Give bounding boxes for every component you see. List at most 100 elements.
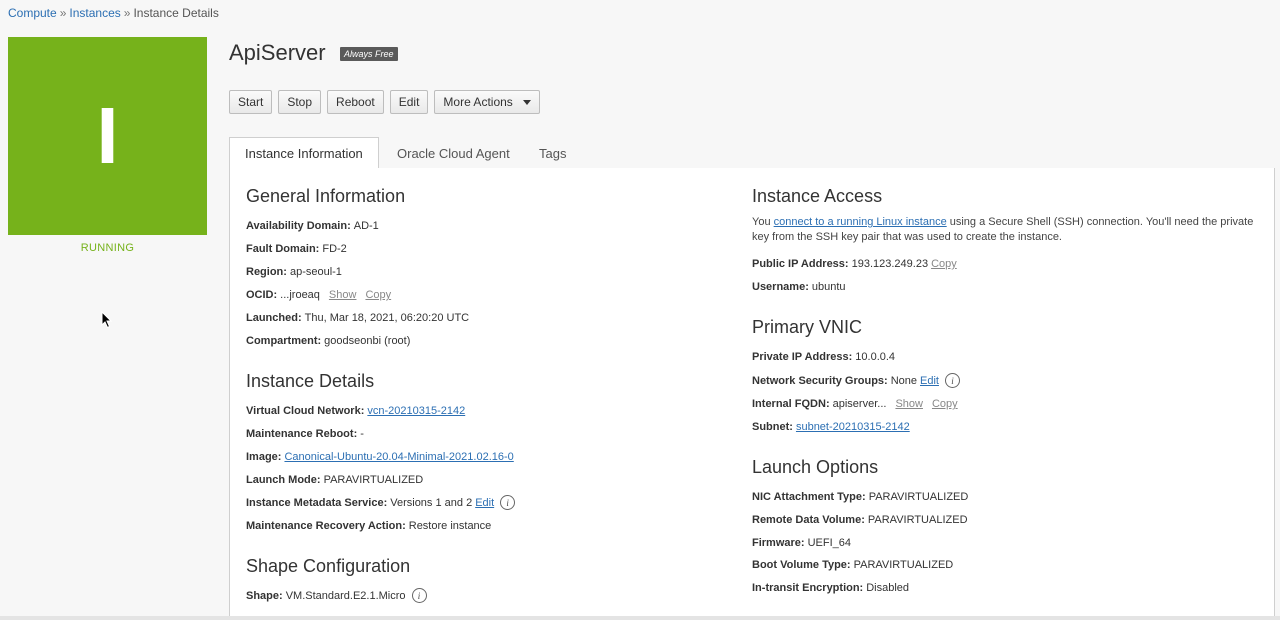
- fqdn-show-link[interactable]: Show: [895, 398, 923, 410]
- subnet-link[interactable]: subnet-20210315-2142: [796, 421, 910, 433]
- general-information-heading: General Information: [246, 186, 406, 206]
- info-icon[interactable]: i: [411, 588, 427, 603]
- breadcrumb-compute[interactable]: Compute: [8, 6, 57, 20]
- launched-label: Launched:: [246, 312, 302, 324]
- username-label: Username:: [752, 281, 809, 293]
- firmware-value: UEFI_64: [807, 537, 851, 549]
- launch-options-heading: Launch Options: [752, 457, 879, 477]
- tab-oracle-cloud-agent[interactable]: Oracle Cloud Agent: [382, 137, 525, 169]
- more-actions-button[interactable]: More Actions: [434, 90, 540, 114]
- launch-mode-value: PARAVIRTUALIZED: [323, 474, 424, 486]
- launch-mode-label: Launch Mode:: [246, 474, 321, 486]
- nsg-value: None: [890, 374, 917, 387]
- info-icon[interactable]: i: [944, 373, 960, 388]
- public-ip-copy-link[interactable]: Copy: [931, 258, 957, 270]
- primary-vnic-heading: Primary VNIC: [752, 317, 863, 337]
- fault-domain-label: Fault Domain:: [246, 243, 320, 255]
- subnet-row: Subnet: subnet-20210315-2142: [752, 421, 910, 433]
- recovery-action-value: Restore instance: [408, 520, 492, 532]
- maintenance-reboot-value: -: [360, 428, 364, 440]
- region-row: Region: ap-seoul-1: [246, 266, 342, 278]
- instance-status-tile: I: [8, 37, 207, 235]
- ocid-copy-link[interactable]: Copy: [365, 289, 391, 301]
- connect-linux-instance-link[interactable]: connect to a running Linux instance: [774, 216, 947, 228]
- availability-domain-value: AD-1: [353, 220, 379, 232]
- public-ip-label: Public IP Address:: [752, 258, 849, 270]
- remote-data-volume-row: Remote Data Volume: PARAVIRTUALIZED: [752, 514, 968, 526]
- action-toolbar: Start Stop Reboot Edit More Actions: [229, 90, 540, 114]
- fault-domain-value: FD-2: [322, 243, 347, 255]
- metadata-service-label: Instance Metadata Service:: [246, 496, 388, 509]
- launched-row: Launched: Thu, Mar 18, 2021, 06:20:20 UT…: [246, 312, 469, 324]
- nsg-row: Network Security Groups: None Edit i: [752, 373, 960, 388]
- breadcrumb: Compute» Instances» Instance Details: [8, 6, 219, 20]
- vcn-label: Virtual Cloud Network:: [246, 405, 365, 417]
- launched-value: Thu, Mar 18, 2021, 06:20:20 UTC: [304, 312, 470, 324]
- boot-volume-label: Boot Volume Type:: [752, 559, 851, 571]
- fqdn-row: Internal FQDN: apiserver... Show Copy: [752, 398, 958, 410]
- encryption-value: Disabled: [866, 582, 910, 594]
- edit-button[interactable]: Edit: [389, 90, 429, 114]
- reboot-button[interactable]: Reboot: [327, 90, 384, 114]
- instance-information-panel: General Information Availability Domain:…: [229, 168, 1275, 620]
- private-ip-row: Private IP Address: 10.0.0.4: [752, 351, 895, 363]
- public-ip-value: 193.123.249.23: [851, 258, 929, 270]
- ocid-value: ...jroeaq: [280, 289, 320, 301]
- firmware-label: Firmware:: [752, 537, 805, 549]
- instance-access-heading: Instance Access: [752, 186, 883, 206]
- remote-data-volume-label: Remote Data Volume:: [752, 514, 865, 526]
- region-value: ap-seoul-1: [289, 266, 342, 278]
- vcn-link[interactable]: vcn-20210315-2142: [367, 405, 465, 417]
- nic-attachment-label: NIC Attachment Type:: [752, 491, 866, 503]
- shape-value: VM.Standard.E2.1.Micro: [285, 589, 406, 602]
- ocid-show-link[interactable]: Show: [329, 289, 357, 301]
- metadata-service-edit-link[interactable]: Edit: [475, 497, 494, 509]
- availability-domain-row: Availability Domain: AD-1: [246, 220, 379, 232]
- instance-details-heading: Instance Details: [246, 371, 375, 391]
- page-title: ApiServer: [229, 40, 326, 65]
- availability-domain-label: Availability Domain:: [246, 220, 351, 232]
- subnet-label: Subnet:: [752, 421, 793, 433]
- image-label: Image:: [246, 451, 282, 463]
- launch-mode-row: Launch Mode: PARAVIRTUALIZED: [246, 474, 423, 486]
- shape-configuration-heading: Shape Configuration: [246, 556, 411, 576]
- encryption-label: In-transit Encryption:: [752, 582, 864, 594]
- maintenance-reboot-label: Maintenance Reboot:: [246, 428, 358, 440]
- tab-tags[interactable]: Tags: [524, 137, 581, 169]
- image-link[interactable]: Canonical-Ubuntu-20.04-Minimal-2021.02.1…: [284, 451, 513, 463]
- compartment-row: Compartment: goodseonbi (root): [246, 335, 410, 347]
- tab-bar: Instance Information Oracle Cloud Agent …: [229, 137, 1275, 170]
- always-free-badge: Always Free: [340, 47, 398, 61]
- nsg-edit-link[interactable]: Edit: [920, 375, 939, 387]
- fqdn-copy-link[interactable]: Copy: [932, 398, 958, 410]
- instance-access-description: You connect to a running Linux instance …: [752, 215, 1262, 245]
- breadcrumb-current: Instance Details: [133, 6, 219, 20]
- firmware-row: Firmware: UEFI_64: [752, 537, 851, 549]
- compartment-value: goodseonbi (root): [324, 335, 411, 347]
- tab-instance-information[interactable]: Instance Information: [229, 137, 379, 170]
- nic-attachment-row: NIC Attachment Type: PARAVIRTUALIZED: [752, 491, 968, 503]
- breadcrumb-separator: »: [59, 6, 67, 20]
- nic-attachment-value: PARAVIRTUALIZED: [868, 491, 969, 503]
- ocid-row: OCID: ...jroeaq Show Copy: [246, 289, 391, 301]
- start-button[interactable]: Start: [229, 90, 273, 114]
- boot-volume-value: PARAVIRTUALIZED: [853, 559, 954, 571]
- metadata-service-row: Instance Metadata Service: Versions 1 an…: [246, 495, 516, 510]
- compartment-label: Compartment:: [246, 335, 322, 347]
- recovery-action-label: Maintenance Recovery Action:: [246, 520, 406, 532]
- private-ip-label: Private IP Address:: [752, 351, 853, 363]
- boot-volume-row: Boot Volume Type: PARAVIRTUALIZED: [752, 559, 953, 571]
- region-label: Region:: [246, 266, 287, 278]
- private-ip-value: 10.0.0.4: [855, 351, 896, 363]
- mouse-cursor-icon: [101, 311, 113, 329]
- more-actions-label: More Actions: [443, 95, 513, 109]
- status-letter: I: [96, 91, 119, 180]
- vcn-row: Virtual Cloud Network: vcn-20210315-2142: [246, 405, 465, 417]
- info-icon[interactable]: i: [500, 495, 516, 510]
- username-value: ubuntu: [811, 281, 846, 293]
- stop-button[interactable]: Stop: [278, 90, 322, 114]
- access-text-before: You: [752, 216, 774, 228]
- breadcrumb-instances[interactable]: Instances: [69, 6, 120, 20]
- fqdn-value: apiserver...: [832, 398, 887, 410]
- status-text: RUNNING: [80, 242, 135, 254]
